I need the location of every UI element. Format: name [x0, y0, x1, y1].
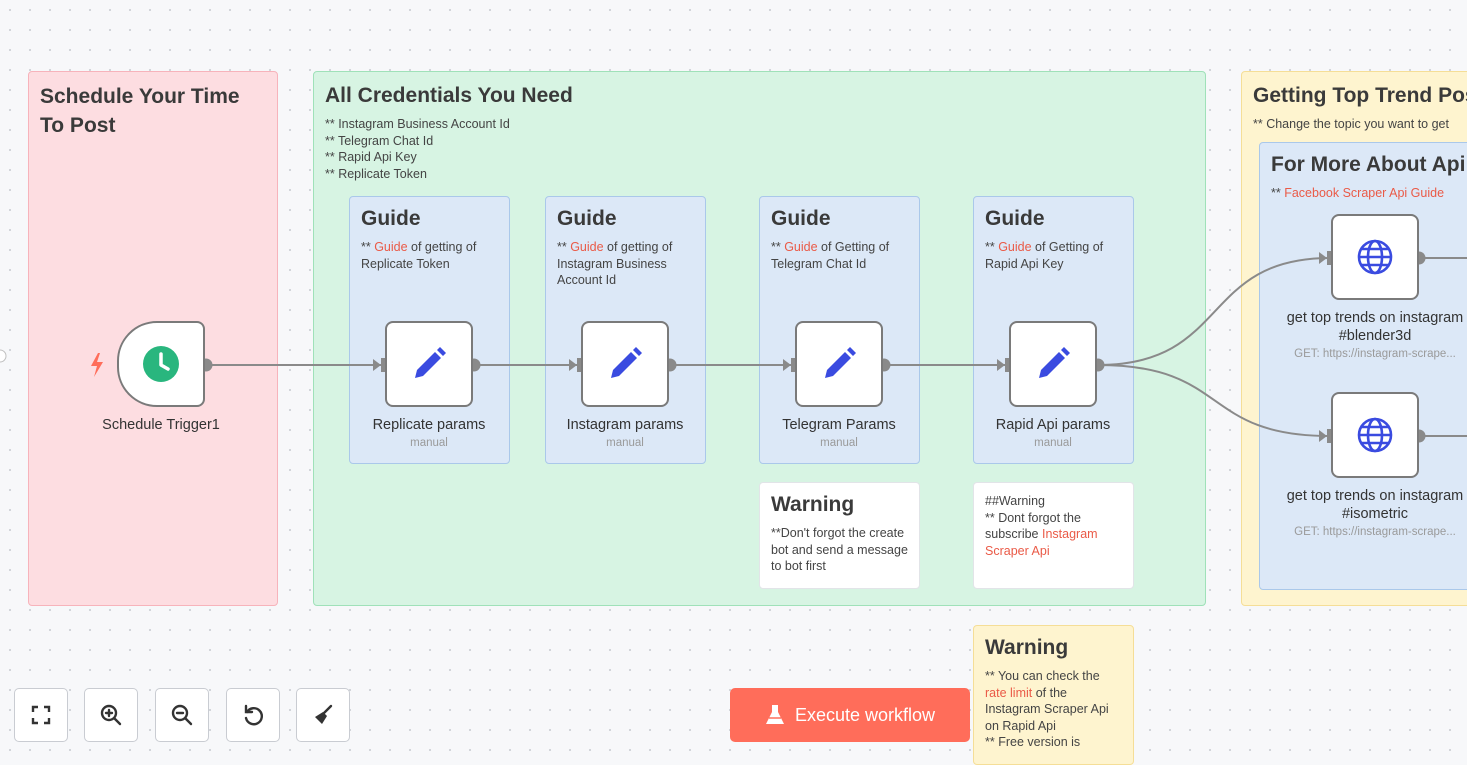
- node-label: Rapid Api params: [995, 417, 1111, 433]
- connections: [0, 251, 1467, 443]
- node-label: Schedule Trigger1: [102, 417, 220, 433]
- node-label: get top trends on instagram #isometric: [1286, 488, 1464, 522]
- zoom-out-button[interactable]: [155, 688, 209, 742]
- clock-icon: [143, 346, 179, 382]
- replicate-params-node[interactable]: [385, 321, 473, 407]
- flask-icon: [765, 705, 784, 724]
- node-subtitle: manual: [606, 437, 644, 449]
- node-subtitle: manual: [1034, 437, 1072, 449]
- zoom-in-icon: [100, 704, 122, 726]
- broom-icon: [315, 704, 333, 724]
- tidy-up-button[interactable]: [296, 688, 350, 742]
- node-label: get top trends on instagram #blender3d: [1286, 310, 1464, 344]
- pencil-icon: [1039, 347, 1070, 378]
- schedule-trigger-node[interactable]: [117, 321, 205, 407]
- node-label: Replicate params: [372, 417, 486, 433]
- execute-workflow-label: Execute workflow: [794, 704, 936, 725]
- zoom-out-icon: [171, 704, 193, 726]
- trigger-bolt-icon: [91, 353, 103, 377]
- trends-blender3d-node[interactable]: [1331, 214, 1419, 300]
- trends-isometric-node[interactable]: [1331, 392, 1419, 478]
- telegram-params-node[interactable]: [795, 321, 883, 407]
- instagram-params-node[interactable]: [581, 321, 669, 407]
- pencil-icon: [825, 347, 856, 378]
- node-subtitle: GET: https://instagram-scrape...: [1294, 526, 1456, 538]
- reset-zoom-button[interactable]: [226, 688, 280, 742]
- fit-view-icon: [31, 705, 51, 725]
- zoom-in-button[interactable]: [84, 688, 138, 742]
- node-subtitle: GET: https://instagram-scrape...: [1294, 348, 1456, 360]
- node-label: Instagram params: [566, 417, 684, 433]
- pencil-icon: [611, 347, 642, 378]
- pencil-icon: [415, 347, 446, 378]
- globe-icon: [1357, 417, 1393, 453]
- node-label: Telegram Params: [782, 417, 896, 433]
- node-subtitle: manual: [820, 437, 858, 449]
- execute-workflow-button[interactable]: Execute workflow: [730, 688, 970, 742]
- rapid-api-params-node[interactable]: [1009, 321, 1097, 407]
- undo-icon: [244, 704, 263, 726]
- fit-view-button[interactable]: [14, 688, 68, 742]
- globe-icon: [1357, 239, 1393, 275]
- node-subtitle: manual: [410, 437, 448, 449]
